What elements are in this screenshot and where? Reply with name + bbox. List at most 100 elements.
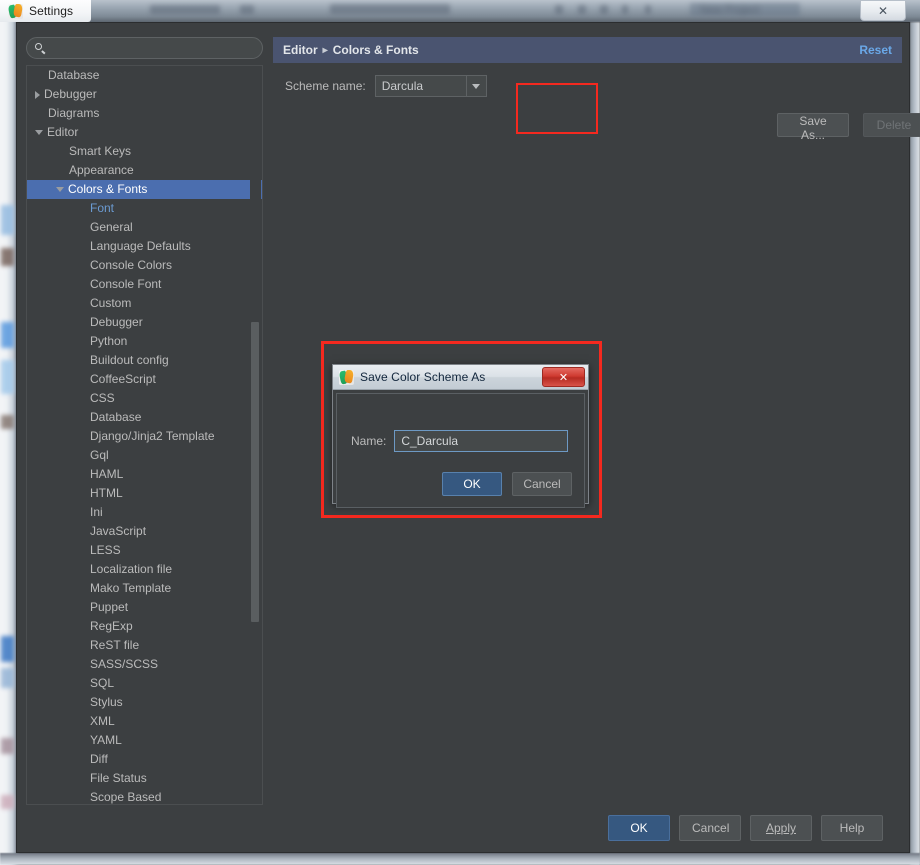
tree-scrollbar-track[interactable]	[250, 67, 261, 803]
pycharm-icon	[339, 369, 354, 385]
close-icon[interactable]: ✕	[542, 367, 585, 387]
breadcrumb-bar: Editor ▸ Colors & Fonts Reset	[273, 37, 902, 63]
tree-item-rest-file[interactable]: ReST file	[27, 636, 262, 655]
tree-item-yaml[interactable]: YAML	[27, 731, 262, 750]
chevron-down-icon[interactable]	[56, 187, 64, 192]
tree-item-console-colors[interactable]: Console Colors	[27, 256, 262, 275]
help-button[interactable]: Help	[821, 815, 883, 841]
tree-item-appearance[interactable]: Appearance	[27, 161, 262, 180]
apply-button[interactable]: Apply	[750, 815, 812, 841]
tree-item-label: Localization file	[90, 562, 173, 576]
tree-item-gql[interactable]: Gql	[27, 446, 262, 465]
scheme-name-label: Scheme name:	[285, 79, 366, 93]
tree-item-colors-fonts[interactable]: Colors & Fonts	[27, 180, 262, 199]
chevron-right-icon: ▸	[322, 44, 328, 56]
breadcrumb: Editor ▸ Colors & Fonts	[283, 43, 419, 57]
tree-item-label: Font	[90, 201, 115, 215]
tree-item-scope-based[interactable]: Scope Based	[27, 788, 262, 804]
tree-item-label: SASS/SCSS	[90, 657, 159, 671]
tree-item-file-status[interactable]: File Status	[27, 769, 262, 788]
tree-item-label: YAML	[90, 733, 122, 747]
name-label: Name:	[351, 434, 387, 448]
tree-item-smart-keys[interactable]: Smart Keys	[27, 142, 262, 161]
tree-item-label: Diagrams	[48, 106, 100, 120]
tree-item-diff[interactable]: Diff	[27, 750, 262, 769]
tree-item-buildout-config[interactable]: Buildout config	[27, 351, 262, 370]
background-left-edge	[0, 0, 16, 865]
tree-item-coffeescript[interactable]: CoffeeScript	[27, 370, 262, 389]
tree-item-diagrams[interactable]: Diagrams	[27, 104, 262, 123]
tree-item-custom[interactable]: Custom	[27, 294, 262, 313]
tree-scrollbar-thumb[interactable]	[251, 322, 259, 622]
chevron-right-icon[interactable]	[35, 90, 40, 99]
tree-item-label: RegExp	[90, 619, 133, 633]
chevron-down-icon[interactable]	[35, 130, 43, 135]
tree-item-label: LESS	[90, 543, 121, 557]
tree-item-label: Language Defaults	[90, 239, 191, 253]
tree-item-javascript[interactable]: JavaScript	[27, 522, 262, 541]
tree-item-sql[interactable]: SQL	[27, 674, 262, 693]
tree-item-css[interactable]: CSS	[27, 389, 262, 408]
close-icon[interactable]: ✕	[860, 1, 906, 21]
tree-item-label: CoffeeScript	[90, 372, 156, 386]
tree-item-label: HAML	[90, 467, 124, 481]
scheme-name-combobox[interactable]: Darcula	[374, 75, 487, 97]
tree-item-editor[interactable]: Editor	[27, 123, 262, 142]
settings-tree[interactable]: Database Debugger Diagrams Editor Smart Keys…	[27, 66, 262, 804]
tree-item-database[interactable]: Database	[27, 66, 262, 85]
tree-item-label: Mako Template	[90, 581, 172, 595]
dialog-title: Save Color Scheme As	[360, 370, 486, 384]
tree-item-label: Appearance	[69, 163, 134, 177]
tree-item-stylus[interactable]: Stylus	[27, 693, 262, 712]
reset-link[interactable]: Reset	[859, 43, 892, 57]
delete-button: Delete	[863, 113, 920, 137]
tree-item-general[interactable]: General	[27, 218, 262, 237]
tree-item-ini[interactable]: Ini	[27, 503, 262, 522]
tree-item-haml[interactable]: HAML	[27, 465, 262, 484]
tree-item-label: Stylus	[90, 695, 123, 709]
tree-item-console-font[interactable]: Console Font	[27, 275, 262, 294]
dialog-cancel-button[interactable]: Cancel	[512, 472, 572, 496]
save-color-scheme-dialog: Save Color Scheme As ✕ Name: OK Cancel	[332, 364, 589, 508]
cancel-button[interactable]: Cancel	[679, 815, 741, 841]
tree-item-label: Database	[90, 410, 142, 424]
tree-item-label: Django/Jinja2 Template	[90, 429, 215, 443]
dialog-ok-button[interactable]: OK	[442, 472, 502, 496]
tree-item-python[interactable]: Python	[27, 332, 262, 351]
name-field-wrapper[interactable]	[394, 430, 569, 452]
tree-item-label: Smart Keys	[69, 144, 132, 158]
tree-item-less[interactable]: LESS	[27, 541, 262, 560]
tree-item-debugger[interactable]: Debugger	[27, 85, 262, 104]
tree-item-label: Buildout config	[90, 353, 169, 367]
tree-item-label: File Status	[90, 771, 147, 785]
tree-item-localization-file[interactable]: Localization file	[27, 560, 262, 579]
window-title: Settings	[29, 4, 74, 18]
tree-item-xml[interactable]: XML	[27, 712, 262, 731]
dialog-footer: OK Cancel Apply Help	[17, 804, 909, 852]
name-row: Name:	[351, 430, 569, 452]
tree-item-font[interactable]: Font	[27, 199, 262, 218]
tree-item-database[interactable]: Database	[27, 408, 262, 427]
breadcrumb-part-colors-fonts: Colors & Fonts	[332, 43, 419, 57]
tree-item-regexp[interactable]: RegExp	[27, 617, 262, 636]
ok-button[interactable]: OK	[608, 815, 670, 841]
tree-item-label: Scope Based	[90, 790, 162, 804]
tree-item-debugger[interactable]: Debugger	[27, 313, 262, 332]
search-box[interactable]	[26, 37, 263, 59]
tree-item-label: HTML	[90, 486, 123, 500]
background-right-edge	[910, 22, 920, 865]
search-icon	[35, 42, 46, 54]
tree-item-puppet[interactable]: Puppet	[27, 598, 262, 617]
tree-item-label: XML	[90, 714, 115, 728]
name-input[interactable]	[399, 433, 554, 449]
save-as-button[interactable]: Save As...	[777, 113, 849, 142]
tree-item-mako-template[interactable]: Mako Template	[27, 579, 262, 598]
tree-item-language-defaults[interactable]: Language Defaults	[27, 237, 262, 256]
tree-item-label: Python	[90, 334, 128, 348]
search-input[interactable]	[51, 40, 255, 56]
tree-item-django-jinja2-template[interactable]: Django/Jinja2 Template	[27, 427, 262, 446]
close-glyph: ✕	[877, 3, 889, 18]
tree-item-html[interactable]: HTML	[27, 484, 262, 503]
chevron-down-icon[interactable]	[465, 76, 486, 96]
tree-item-sass-scss[interactable]: SASS/SCSS	[27, 655, 262, 674]
